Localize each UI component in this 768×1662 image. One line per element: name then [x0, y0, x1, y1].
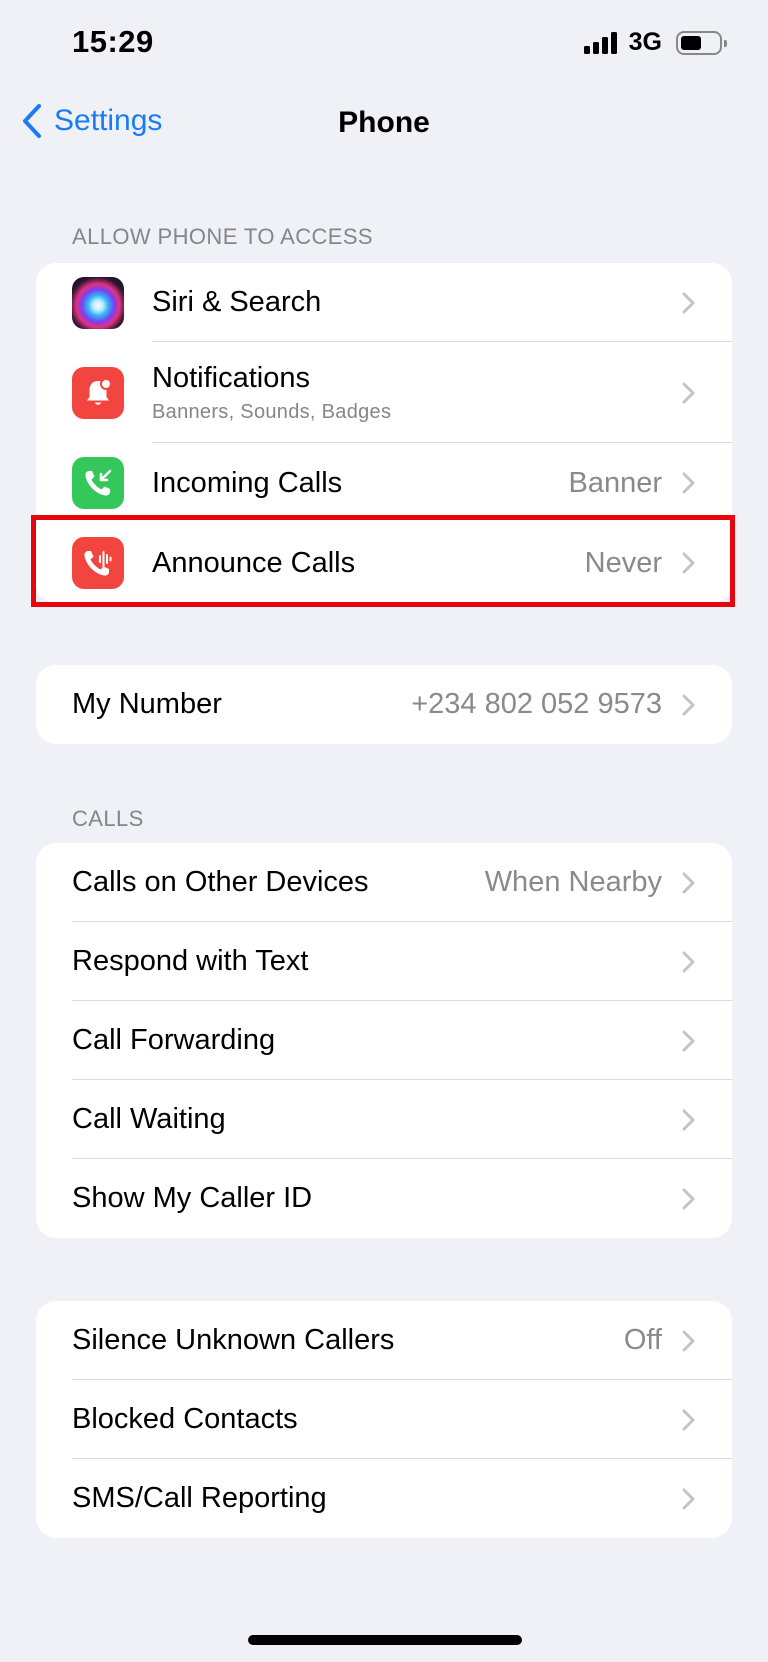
chevron-right-icon: [682, 552, 695, 574]
notifications-row[interactable]: Notifications Banners, Sounds, Badges: [36, 342, 732, 443]
call-waiting-row[interactable]: Call Waiting: [36, 1080, 732, 1159]
row-label: Siri & Search: [152, 286, 322, 318]
chevron-right-icon: [682, 472, 695, 494]
row-label: Show My Caller ID: [72, 1182, 313, 1214]
battery-icon: [676, 30, 727, 55]
announce-calls-row[interactable]: Announce Calls Never: [36, 523, 732, 603]
page-title: Phone: [338, 106, 430, 139]
row-label: Notifications: [152, 361, 310, 394]
silence-unknown-callers-row[interactable]: Silence Unknown Callers Off: [36, 1301, 732, 1380]
row-label: Respond with Text: [72, 945, 309, 977]
call-forwarding-row[interactable]: Call Forwarding: [36, 1001, 732, 1080]
chevron-right-icon: [682, 1030, 695, 1051]
status-indicators: 3G: [583, 28, 727, 57]
row-sublabel: Banners, Sounds, Badges: [152, 400, 392, 423]
calls-on-other-devices-row[interactable]: Calls on Other Devices When Nearby: [36, 843, 732, 922]
incoming-call-icon: [72, 457, 124, 509]
status-bar: 15:29 3G: [0, 0, 768, 90]
chevron-right-icon: [682, 872, 695, 893]
row-label: Incoming Calls: [152, 466, 343, 499]
chevron-right-icon: [682, 1488, 695, 1509]
chevron-right-icon: [682, 1330, 695, 1351]
row-value: Off: [623, 1324, 662, 1356]
respond-with-text-row[interactable]: Respond with Text: [36, 922, 732, 1001]
calls-group: Calls on Other Devices When Nearby Respo…: [36, 843, 732, 1238]
network-type: 3G: [628, 28, 662, 56]
chevron-right-icon: [682, 292, 695, 313]
row-label: Call Forwarding: [72, 1024, 276, 1056]
chevron-right-icon: [682, 382, 695, 403]
navigation-bar: Settings Phone: [0, 92, 768, 156]
chevron-right-icon: [682, 694, 695, 715]
section-header-access: ALLOW PHONE TO ACCESS: [72, 224, 374, 249]
signal-icon: [583, 31, 617, 54]
row-value: +234 802 052 9573: [411, 688, 662, 720]
sms-call-reporting-row[interactable]: SMS/Call Reporting: [36, 1459, 732, 1538]
siri-icon: [72, 276, 124, 329]
my-number-row[interactable]: My Number +234 802 052 9573: [36, 665, 732, 744]
row-value: Never: [584, 546, 662, 579]
row-label: Call Waiting: [72, 1103, 226, 1135]
chevron-right-icon: [682, 1409, 695, 1430]
row-label: Blocked Contacts: [72, 1403, 298, 1435]
my-number-group: My Number +234 802 052 9573: [36, 665, 732, 744]
bell-icon: [72, 366, 124, 419]
row-label: SMS/Call Reporting: [72, 1482, 327, 1514]
row-label: Announce Calls: [152, 546, 356, 579]
chevron-right-icon: [682, 1188, 695, 1209]
chevron-right-icon: [682, 951, 695, 972]
blocked-contacts-row[interactable]: Blocked Contacts: [36, 1380, 732, 1459]
blocking-group: Silence Unknown Callers Off Blocked Cont…: [36, 1301, 732, 1538]
chevron-right-icon: [682, 1109, 695, 1130]
row-value: Banner: [568, 466, 662, 499]
row-label: Silence Unknown Callers: [72, 1324, 395, 1356]
row-value: When Nearby: [484, 866, 662, 898]
section-header-calls: CALLS: [72, 806, 144, 831]
incoming-calls-row[interactable]: Incoming Calls Banner: [36, 443, 732, 523]
access-group: Siri & Search Notifications Banners, Sou…: [36, 263, 732, 603]
home-indicator[interactable]: [248, 1635, 522, 1645]
announce-call-icon: [72, 537, 124, 589]
show-my-caller-id-row[interactable]: Show My Caller ID: [36, 1159, 732, 1238]
siri-search-row[interactable]: Siri & Search: [36, 263, 732, 342]
status-time: 15:29: [72, 24, 154, 59]
